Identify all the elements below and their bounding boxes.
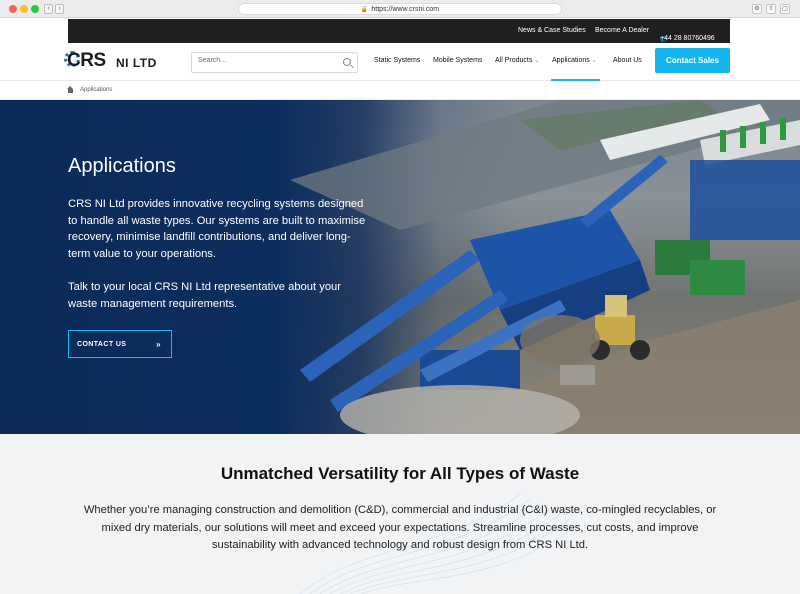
forward-arrow-icon[interactable]: › (55, 4, 64, 14)
contact-us-label: CONTACT US (77, 341, 127, 348)
nav-static-systems[interactable]: Static Systems (374, 57, 420, 64)
lock-icon: 🔒 (360, 7, 369, 13)
search-input[interactable] (198, 57, 338, 64)
address-url: https://www.crsni.com (371, 6, 440, 13)
maximize-window-icon[interactable] (31, 5, 39, 13)
breadcrumb-current: Applications (80, 87, 113, 93)
logo-crs-text: CRS (67, 50, 106, 71)
nav-mobile-systems[interactable]: Mobile Systems (433, 57, 482, 64)
contact-us-button[interactable]: CONTACT US » (68, 330, 172, 358)
chevron-down-icon: ⌄ (591, 58, 597, 64)
close-window-icon[interactable] (9, 5, 17, 13)
hero-banner (0, 100, 800, 434)
double-chevron-right-icon: » (156, 340, 161, 349)
search-box (191, 52, 358, 73)
nav-all-products[interactable]: All Products ⌄ (495, 57, 539, 64)
nav-about-us[interactable]: About Us (613, 57, 642, 64)
active-nav-indicator (551, 79, 600, 81)
chevron-down-icon: ⌄ (534, 58, 540, 64)
recycling-plant-image (290, 100, 800, 434)
phone-number: +44 28 80760496 (660, 35, 715, 42)
tabs-icon[interactable]: ▢ (780, 4, 790, 14)
contact-sales-button[interactable]: Contact Sales (655, 48, 730, 73)
site-logo[interactable]: CRS NI LTD (64, 50, 163, 72)
minimize-window-icon[interactable] (20, 5, 28, 13)
hero-paragraph-intro: CRS NI Ltd provides innovative recycling… (68, 198, 366, 260)
section-body: Whether you’re managing construction and… (83, 504, 717, 551)
section-heading: Unmatched Versatility for All Types of W… (220, 464, 580, 483)
utility-bar: News & Case Studies Become A Dealer ✆ +4… (68, 19, 730, 44)
hero-title: Applications (68, 155, 176, 177)
nav-applications[interactable]: Applications ⌄ (552, 57, 597, 64)
address-bar[interactable]: 🔒 https://www.crsni.com (238, 3, 562, 15)
browser-toolbar: ‹ › 🔒 https://www.crsni.com ⚙ ⇪ ▢ (0, 0, 800, 18)
back-arrow-icon[interactable]: ‹ (44, 4, 53, 14)
logo-ni-ltd-text: NI LTD (116, 56, 157, 70)
share-icon[interactable]: ⇪ (766, 4, 776, 14)
search-icon[interactable] (343, 58, 351, 66)
become-dealer-link[interactable]: Become A Dealer (595, 27, 649, 34)
settings-icon[interactable]: ⚙ (752, 4, 762, 14)
home-icon[interactable] (67, 86, 74, 93)
hero-paragraph-contact: Talk to your local CRS NI Ltd representa… (68, 281, 341, 310)
breadcrumb (0, 82, 800, 100)
nav-all-products-label: All Products (495, 57, 533, 64)
news-case-studies-link[interactable]: News & Case Studies (518, 27, 586, 34)
nav-applications-label: Applications (552, 57, 590, 64)
